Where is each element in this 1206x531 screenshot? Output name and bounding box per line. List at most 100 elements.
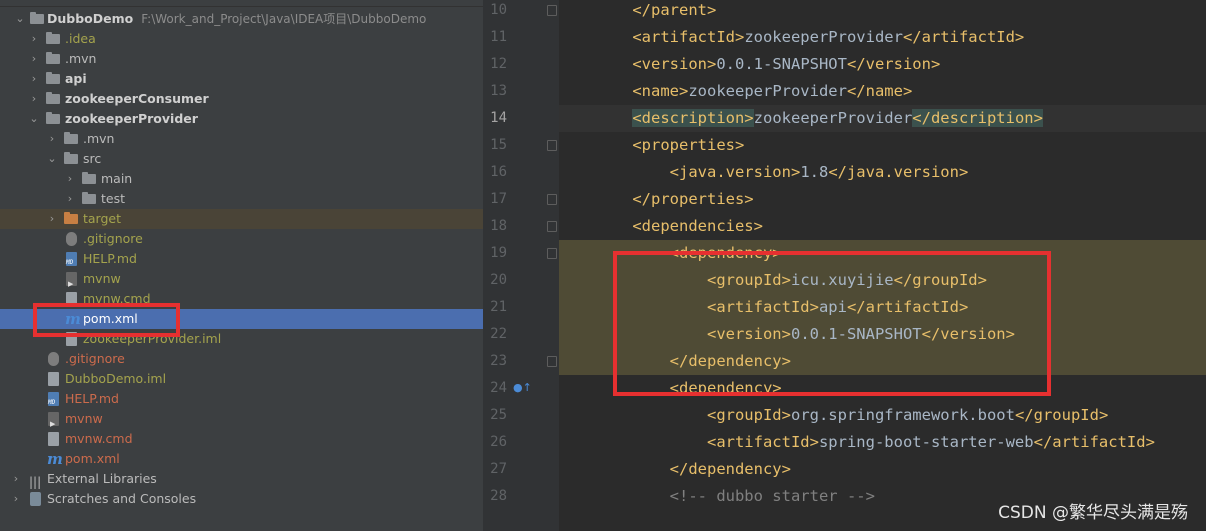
tree-row-provider-gitignore[interactable]: .gitignore bbox=[0, 229, 483, 249]
tree-row-mvn[interactable]: › .mvn bbox=[0, 49, 483, 69]
tree-row-zookeeper-consumer[interactable]: › zookeeperConsumer bbox=[0, 89, 483, 109]
tree-row-zookeeper-provider[interactable]: ⌄ zookeeperProvider bbox=[0, 109, 483, 129]
line-number: 14 bbox=[490, 110, 507, 126]
gutter-line[interactable]: 22 bbox=[483, 321, 559, 348]
code-content: <dependencies> bbox=[559, 217, 763, 235]
chevron-right-icon[interactable]: › bbox=[10, 469, 22, 489]
gutter-line[interactable]: 17 bbox=[483, 186, 559, 213]
code-line[interactable]: <java.version>1.8</java.version> bbox=[559, 159, 1206, 186]
code-line[interactable]: <artifactId>spring-boot-starter-web</art… bbox=[559, 429, 1206, 456]
code-content: <version>0.0.1-SNAPSHOT</version> bbox=[559, 55, 940, 73]
gutter-line[interactable]: 11 bbox=[483, 24, 559, 51]
code-line[interactable]: <groupId>org.springframework.boot</group… bbox=[559, 402, 1206, 429]
fold-marker-icon[interactable] bbox=[547, 248, 557, 259]
gutter-line[interactable]: 18 bbox=[483, 213, 559, 240]
tree-row-root-mvnw-cmd[interactable]: mvnw.cmd bbox=[0, 429, 483, 449]
tree-row-root[interactable]: ⌄ DubboDemo F:\Work_and_Project\Java\IDE… bbox=[0, 9, 483, 29]
code-content: <artifactId>zookeeperProvider</artifactI… bbox=[559, 28, 1024, 46]
xml-tag: <description> bbox=[632, 109, 754, 127]
fold-marker-icon[interactable] bbox=[547, 5, 557, 16]
code-line[interactable]: </dependency> bbox=[559, 456, 1206, 483]
code-line[interactable]: <dependencies> bbox=[559, 213, 1206, 240]
gutter-line[interactable]: 19 bbox=[483, 240, 559, 267]
chevron-right-icon[interactable]: › bbox=[64, 169, 76, 189]
code-editor[interactable]: 10 11 12 13 14 15 16 17 18 19 20 21 22 23 24 ●↑ 25 26 27 28… bbox=[483, 0, 1206, 531]
dependency-gutter-icon[interactable]: ●↑ bbox=[513, 381, 532, 394]
line-number: 19 bbox=[490, 245, 507, 261]
code-line[interactable]: <version>0.0.1-SNAPSHOT</version> bbox=[559, 51, 1206, 78]
chevron-down-icon[interactable]: ⌄ bbox=[28, 109, 40, 129]
code-content: <description>zookeeperProvider</descript… bbox=[559, 109, 1043, 127]
xml-tag: <groupId> bbox=[706, 406, 791, 424]
module-folder-icon bbox=[46, 112, 62, 126]
gutter-line[interactable]: 28 bbox=[483, 483, 559, 510]
tree-row-target[interactable]: › target bbox=[0, 209, 483, 229]
code-line[interactable]: </properties> bbox=[559, 186, 1206, 213]
tree-row-api[interactable]: › api bbox=[0, 69, 483, 89]
gutter-line[interactable]: 15 bbox=[483, 132, 559, 159]
xml-tag: </name> bbox=[846, 82, 913, 100]
xml-text: 0.0.1-SNAPSHOT bbox=[716, 55, 847, 73]
gutter-line[interactable]: 16 bbox=[483, 159, 559, 186]
tree-row-root-gitignore[interactable]: .gitignore bbox=[0, 349, 483, 369]
line-number: 21 bbox=[490, 299, 507, 315]
chevron-right-icon[interactable]: › bbox=[28, 69, 40, 89]
fold-marker-icon[interactable] bbox=[547, 221, 557, 232]
gutter-line[interactable]: 26 bbox=[483, 429, 559, 456]
code-content: <artifactId>spring-boot-starter-web</art… bbox=[559, 433, 1155, 451]
highlight-box-pom bbox=[33, 303, 180, 337]
gutter-line[interactable]: 24 ●↑ bbox=[483, 375, 559, 402]
xml-comment: <!-- dubbo starter --> bbox=[669, 487, 875, 505]
chevron-right-icon[interactable]: › bbox=[28, 49, 40, 69]
chevron-right-icon[interactable]: › bbox=[28, 29, 40, 49]
code-line[interactable]: <name>zookeeperProvider</name> bbox=[559, 78, 1206, 105]
tree-row-provider-mvn[interactable]: › .mvn bbox=[0, 129, 483, 149]
folder-icon bbox=[82, 192, 98, 206]
gutter-line[interactable]: 25 bbox=[483, 402, 559, 429]
tree-row-src[interactable]: ⌄ src bbox=[0, 149, 483, 169]
tree-row-test[interactable]: › test bbox=[0, 189, 483, 209]
gutter-line[interactable]: 20 bbox=[483, 267, 559, 294]
tree-row-provider-mvnw[interactable]: mvnw bbox=[0, 269, 483, 294]
tree-row-idea[interactable]: › .idea bbox=[0, 29, 483, 49]
chevron-right-icon[interactable]: › bbox=[64, 189, 76, 209]
gutter-line[interactable]: 27 bbox=[483, 456, 559, 483]
tree-row-root-help[interactable]: HELP.md bbox=[0, 389, 483, 409]
tree-row-provider-help[interactable]: HELP.md bbox=[0, 249, 483, 269]
fold-marker-icon[interactable] bbox=[547, 356, 557, 367]
tree-row-root-pom[interactable]: m pom.xml bbox=[0, 449, 483, 469]
tree-item-label: HELP.md bbox=[65, 391, 119, 406]
chevron-right-icon[interactable]: › bbox=[46, 129, 58, 149]
chevron-down-icon[interactable]: ⌄ bbox=[46, 149, 58, 169]
chevron-down-icon[interactable]: ⌄ bbox=[14, 9, 26, 29]
project-panel-header bbox=[0, 0, 483, 7]
code-content: <!-- dubbo starter --> bbox=[559, 487, 875, 505]
chevron-right-icon[interactable]: › bbox=[10, 489, 22, 509]
fold-marker-icon[interactable] bbox=[547, 140, 557, 151]
tree-row-root-iml[interactable]: DubboDemo.iml bbox=[0, 369, 483, 389]
tree-row-scratches[interactable]: › Scratches and Consoles bbox=[0, 489, 483, 509]
tree-item-label: .mvn bbox=[83, 131, 115, 146]
gutter-line[interactable]: 14 bbox=[483, 105, 559, 132]
gutter-line[interactable]: 12 bbox=[483, 51, 559, 78]
code-line[interactable]: <properties> bbox=[559, 132, 1206, 159]
chevron-right-icon[interactable]: › bbox=[46, 209, 58, 229]
code-line[interactable]: <artifactId>zookeeperProvider</artifactI… bbox=[559, 24, 1206, 51]
code-line[interactable]: <description>zookeeperProvider</descript… bbox=[559, 105, 1206, 132]
tree-item-label: .idea bbox=[65, 31, 96, 46]
tree-item-label: test bbox=[101, 191, 126, 206]
editor-gutter: 10 11 12 13 14 15 16 17 18 19 20 21 22 23 24 ●↑ 25 26 27 28 bbox=[483, 0, 559, 531]
tree-row-root-mvnw[interactable]: mvnw bbox=[0, 409, 483, 434]
gutter-line[interactable]: 10 bbox=[483, 0, 559, 24]
tree-row-external-libraries[interactable]: › ||| External Libraries bbox=[0, 469, 483, 489]
root-path: F:\Work_and_Project\Java\IDEA项目\DubboDem… bbox=[141, 12, 427, 26]
text-file-icon bbox=[46, 432, 62, 446]
fold-marker-icon[interactable] bbox=[547, 194, 557, 205]
gutter-line[interactable]: 13 bbox=[483, 78, 559, 105]
chevron-right-icon[interactable]: › bbox=[28, 89, 40, 109]
watermark: CSDN @繁华尽头满是殇 bbox=[998, 503, 1188, 523]
tree-row-main[interactable]: › main bbox=[0, 169, 483, 189]
gutter-line[interactable]: 23 bbox=[483, 348, 559, 375]
gutter-line[interactable]: 21 bbox=[483, 294, 559, 321]
code-line[interactable]: </parent> bbox=[559, 0, 1206, 24]
